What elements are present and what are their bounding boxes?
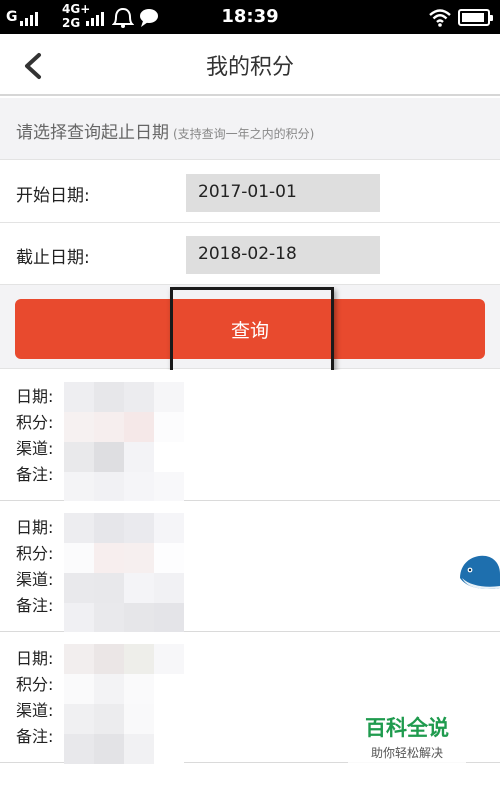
start-date-row: 开始日期: 2017-01-01 — [0, 161, 500, 223]
page-title: 我的积分 — [205, 55, 294, 80]
start-date-field[interactable]: 2017-01-01 — [186, 174, 380, 212]
record-points-label: 积分: — [16, 675, 54, 694]
record-date-label: 日期: — [16, 387, 54, 406]
battery-icon — [458, 9, 493, 26]
points-record: 日期: 积分: 渠道: 备注: — [0, 370, 500, 502]
wifi-icon — [428, 8, 452, 32]
record-points-label: 积分: — [16, 544, 54, 563]
end-date-field[interactable]: 2018-02-18 — [186, 236, 380, 274]
points-record: 日期: 积分: 渠道: 备注: — [0, 501, 500, 633]
date-range-header: 请选择查询起止日期 (支持查询一年之内的积分) — [0, 98, 500, 160]
record-channel-label: 渠道: — [16, 439, 54, 458]
date-range-prompt: 请选择查询起止日期 — [16, 123, 169, 143]
start-date-label: 开始日期: — [16, 186, 90, 206]
record-note-label: 备注: — [16, 727, 54, 746]
clock: 18:39 — [221, 6, 279, 27]
record-channel-label: 渠道: — [16, 701, 54, 720]
watermark-subtitle: 助你轻松解决 — [370, 746, 443, 760]
nav-bar: 我的积分 — [0, 34, 500, 96]
highlight-annotation-box — [170, 287, 334, 375]
record-note-label: 备注: — [16, 465, 54, 484]
record-channel-label: 渠道: — [16, 570, 54, 589]
record-points-label: 积分: — [16, 413, 54, 432]
record-date-label: 日期: — [16, 518, 54, 537]
whale-float-icon[interactable] — [456, 548, 500, 596]
status-bar: G 4G+ 2G 18:39 — [0, 0, 500, 34]
record-date-label: 日期: — [16, 649, 54, 668]
redacted-mosaic — [64, 513, 184, 633]
date-range-hint: (支持查询一年之内的积分) — [173, 127, 315, 141]
watermark-title: 百科全说 — [365, 716, 449, 740]
redacted-mosaic — [64, 644, 184, 764]
baike-watermark-logo: 百科全说 助你轻松解决 — [348, 708, 466, 764]
end-date-row: 截止日期: 2018-02-18 — [0, 223, 500, 285]
record-note-label: 备注: — [16, 596, 54, 615]
redacted-mosaic — [64, 382, 184, 502]
end-date-label: 截止日期: — [16, 248, 90, 268]
